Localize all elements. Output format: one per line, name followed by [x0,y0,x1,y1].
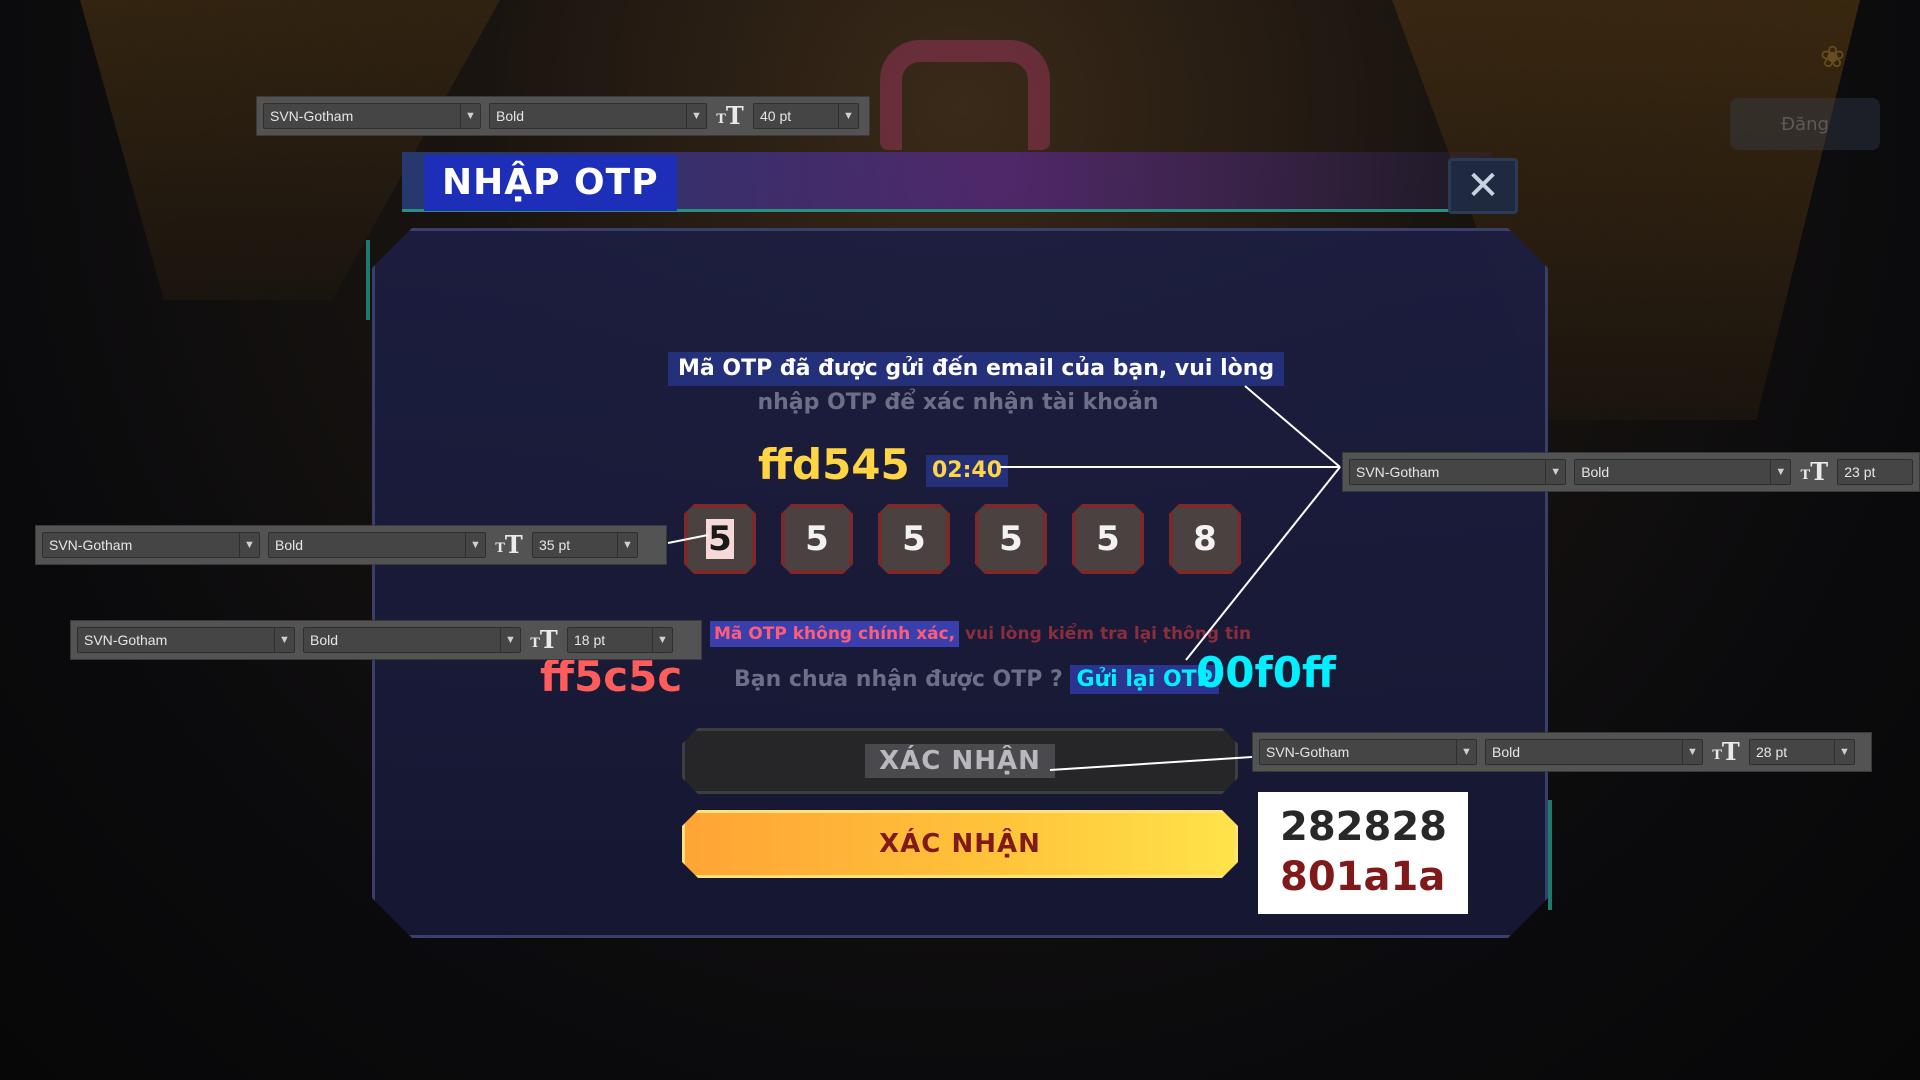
chevron-down-icon: ▼ [1545,460,1565,484]
font-size-select[interactable]: 28 pt ▼ [1749,739,1855,765]
font-size-select[interactable]: 18 pt ▼ [567,627,673,653]
chevron-down-icon: ▼ [617,533,637,557]
font-family-select[interactable]: SVN-Gotham ▼ [263,103,481,129]
font-family-select[interactable]: SVN-Gotham ▼ [77,627,295,653]
font-size-icon: TT [1800,457,1829,486]
chevron-down-icon: ▼ [686,104,706,128]
font-size-icon: TT [1712,737,1740,766]
chevron-down-icon: ▼ [500,628,520,652]
chevron-down-icon: ▼ [1770,460,1790,484]
font-family-select[interactable]: SVN-Gotham ▼ [42,532,260,558]
font-weight-select[interactable]: Bold ▼ [303,627,521,653]
font-weight-select[interactable]: Bold ▼ [1485,739,1703,765]
font-toolbar-button: SVN-Gotham ▼ Bold ▼ TT 28 pt ▼ [1252,732,1872,772]
font-toolbar-title: SVN-Gotham ▼ Bold ▼ TT 40 pt ▼ [256,96,870,136]
font-size-icon: TT [495,530,523,559]
chevron-down-icon: ▼ [838,104,858,128]
font-size-icon: TT [716,101,744,130]
connector-line [1185,466,1341,661]
font-family-select[interactable]: SVN-Gotham ▼ [1259,739,1477,765]
font-toolbar-message: SVN-Gotham ▼ Bold ▼ TT 23 pt [1342,452,1920,492]
chevron-down-icon: ▼ [465,533,485,557]
font-toolbar-error: SVN-Gotham ▼ Bold ▼ TT 18 pt ▼ [70,620,702,660]
connector-line [1244,385,1341,468]
font-size-select[interactable]: 40 pt ▼ [753,103,859,129]
chevron-down-icon: ▼ [274,628,294,652]
chevron-down-icon: ▼ [239,533,259,557]
connector-line [1049,756,1253,771]
font-size-icon: TT [530,625,558,654]
chevron-down-icon: ▼ [652,628,672,652]
font-size-select[interactable]: 35 pt ▼ [532,532,638,558]
font-weight-select[interactable]: Bold ▼ [489,103,707,129]
connector-line [667,534,709,544]
font-weight-select[interactable]: Bold ▼ [1574,459,1792,485]
chevron-down-icon: ▼ [1456,740,1476,764]
chevron-down-icon: ▼ [460,104,480,128]
font-family-select[interactable]: SVN-Gotham ▼ [1349,459,1567,485]
font-weight-select[interactable]: Bold ▼ [268,532,486,558]
font-toolbar-otp: SVN-Gotham ▼ Bold ▼ TT 35 pt ▼ [35,525,667,565]
chevron-down-icon: ▼ [1834,740,1854,764]
font-size-select[interactable]: 23 pt [1837,459,1913,485]
chevron-down-icon: ▼ [1682,740,1702,764]
